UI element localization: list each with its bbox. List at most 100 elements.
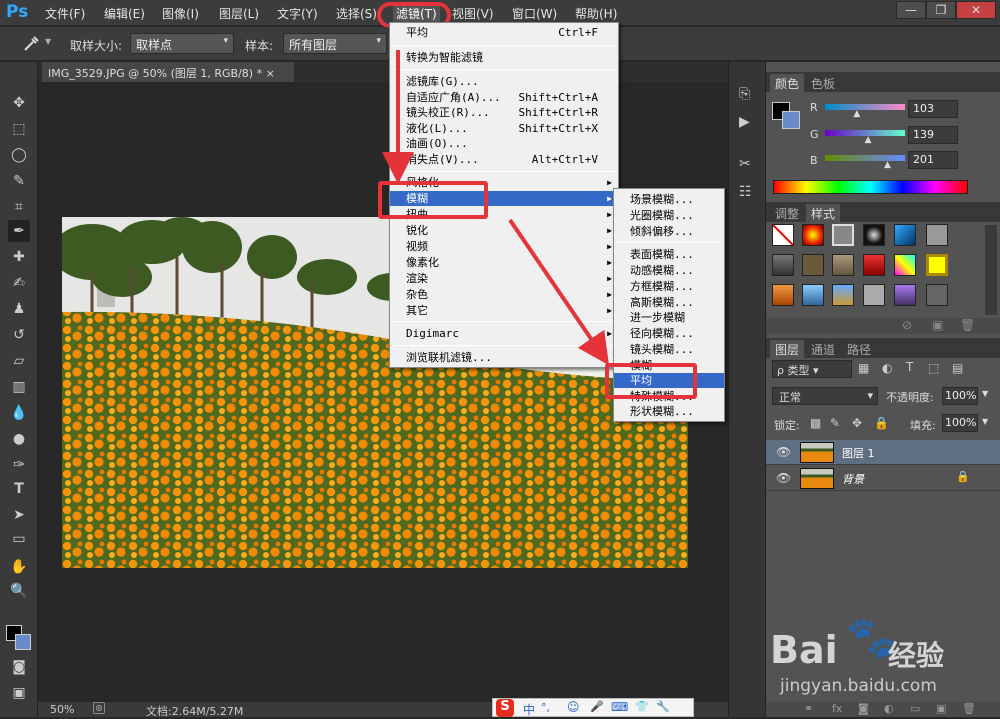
style-swatch[interactable] [832, 224, 854, 246]
menu-layer[interactable]: 图层(L) [219, 5, 259, 22]
tab-styles[interactable]: 样式 [806, 204, 841, 223]
blend-mode-select[interactable]: 正常 ▾ [772, 387, 878, 405]
blue-slider-knob[interactable]: ▲ [884, 160, 891, 170]
path-select-tool-icon[interactable]: ➤ [8, 504, 30, 526]
menu-item-browse-online[interactable]: 浏览联机滤镜... [390, 350, 618, 365]
layer-row[interactable]: 👁 图层 1 [766, 440, 1000, 465]
style-none-icon[interactable] [772, 224, 794, 246]
menu-item-iris-blur[interactable]: 光圈模糊... [614, 208, 724, 223]
lasso-tool-icon[interactable]: ◯ [8, 144, 30, 166]
menu-item-last-filter[interactable]: 平均 Ctrl+F [390, 25, 618, 40]
document-tab[interactable]: IMG_3529.JPG @ 50% (图层 1, RGB/8) * × [42, 62, 294, 82]
delete-layer-icon[interactable]: 🗑 [962, 702, 976, 715]
sogou-logo-icon[interactable]: S [496, 699, 514, 717]
delete-style-icon[interactable]: 🗑 [960, 318, 975, 332]
tab-adjustments[interactable]: 调整 [770, 204, 804, 223]
brush-panel-icon[interactable]: ✂ [739, 156, 751, 172]
style-swatch[interactable] [802, 254, 824, 276]
lock-pixels-icon[interactable]: ✎ [830, 416, 840, 430]
style-swatch[interactable] [772, 284, 794, 306]
layer-name[interactable]: 背景 [842, 471, 864, 487]
visibility-eye-icon[interactable]: 👁 [776, 471, 791, 485]
menu-item-motion-blur[interactable]: 动感模糊... [614, 263, 724, 278]
ime-voice-icon[interactable]: 🎤 [590, 700, 604, 713]
eyedropper-icon[interactable] [22, 35, 40, 53]
visibility-eye-icon[interactable]: 👁 [776, 445, 791, 459]
quick-select-tool-icon[interactable]: ✎ [8, 170, 30, 192]
layer-mask-icon[interactable]: ◙ [858, 702, 869, 715]
chevron-down-icon[interactable]: ▼ [45, 37, 51, 46]
eyedropper-tool-icon[interactable]: ✒ [8, 220, 30, 242]
menu-item-vanishing-point[interactable]: 消失点(V)... Alt+Ctrl+V [390, 152, 618, 167]
close-button[interactable]: ✕ [956, 1, 996, 19]
brush-presets-icon[interactable]: ☷ [739, 184, 752, 200]
menu-item-convert-smart[interactable]: 转换为智能滤镜 [390, 50, 618, 65]
style-swatch[interactable] [832, 254, 854, 276]
healing-tool-icon[interactable]: ✚ [8, 246, 30, 268]
history-panel-icon[interactable]: ⎘ [739, 86, 750, 102]
ime-keyboard-icon[interactable]: ⌨ [611, 700, 628, 714]
tab-swatches[interactable]: 色板 [806, 74, 840, 93]
style-swatch[interactable] [863, 224, 885, 246]
red-slider-knob[interactable]: ▲ [853, 109, 860, 119]
eraser-tool-icon[interactable]: ▱ [8, 350, 30, 372]
filter-type-icon[interactable]: T [906, 360, 913, 374]
menu-view[interactable]: 视图(V) [452, 5, 494, 22]
lock-position-icon[interactable]: ✥ [852, 416, 862, 430]
lock-all-icon[interactable]: 🔒 [874, 416, 889, 430]
layer-row[interactable]: 👁 背景 🔒 [766, 466, 1000, 491]
menu-item-noise[interactable]: 杂色 ▶ [390, 287, 618, 302]
zoom-tool-icon[interactable]: 🔍 [8, 580, 30, 602]
sample-select[interactable]: 所有图层 ▾ [283, 33, 387, 54]
type-tool-icon[interactable]: T [8, 478, 30, 500]
layer-name[interactable]: 图层 1 [842, 445, 875, 461]
ime-skin-icon[interactable]: 👕 [635, 700, 649, 713]
styles-scrollbar[interactable] [985, 225, 997, 315]
style-swatch[interactable] [926, 284, 948, 306]
lock-transparent-icon[interactable]: ▩ [810, 416, 821, 430]
menu-item-surface-blur[interactable]: 表面模糊... [614, 247, 724, 262]
style-swatch[interactable] [863, 254, 885, 276]
menu-item-adaptive-wide[interactable]: 自适应广角(A)... Shift+Ctrl+A [390, 90, 618, 105]
opacity-input[interactable]: 100% [942, 387, 978, 405]
style-swatch[interactable] [926, 224, 948, 246]
filter-pixel-icon[interactable]: ▦ [858, 361, 869, 375]
menu-item-tilt-shift[interactable]: 倾斜偏移... [614, 224, 724, 239]
stamp-tool-icon[interactable]: ♟ [8, 298, 30, 320]
menu-item-radial-blur[interactable]: 径向模糊... [614, 326, 724, 341]
group-icon[interactable]: ▭ [910, 702, 920, 715]
menu-item-other[interactable]: 其它 ▶ [390, 303, 618, 318]
style-swatch[interactable] [926, 254, 948, 276]
close-tab-icon[interactable]: × [266, 67, 275, 80]
menu-item-box-blur[interactable]: 方框模糊... [614, 279, 724, 294]
menu-item-lens-correction[interactable]: 镜头校正(R)... Shift+Ctrl+R [390, 105, 618, 120]
style-swatch[interactable] [772, 254, 794, 276]
move-tool-icon[interactable]: ✥ [8, 92, 30, 114]
background-color[interactable] [15, 634, 31, 650]
menu-help[interactable]: 帮助(H) [575, 5, 617, 22]
opacity-dropdown-icon[interactable]: ▼ [982, 389, 988, 398]
style-swatch[interactable] [802, 224, 824, 246]
sample-size-select[interactable]: 取样点 ▾ [130, 33, 234, 54]
menu-item-filter-gallery[interactable]: 滤镜库(G)... [390, 74, 618, 89]
style-swatch[interactable] [894, 284, 916, 306]
minimize-button[interactable]: — [896, 1, 926, 19]
style-swatch[interactable] [863, 284, 885, 306]
crop-tool-icon[interactable]: ⌗ [8, 196, 30, 218]
shape-tool-icon[interactable]: ▭ [8, 528, 30, 550]
layer-style-icon[interactable]: fx [832, 702, 842, 715]
color-background-swatch[interactable] [782, 111, 800, 129]
menu-item-liquify[interactable]: 液化(L)... Shift+Ctrl+X [390, 121, 618, 136]
menu-item-video[interactable]: 视频 ▶ [390, 239, 618, 254]
menu-item-gaussian-blur[interactable]: 高斯模糊... [614, 295, 724, 310]
no-style-icon[interactable]: ⊘ [902, 318, 912, 332]
link-layers-icon[interactable]: ⚭ [804, 702, 813, 715]
gradient-tool-icon[interactable]: ▥ [8, 376, 30, 398]
adjustment-layer-icon[interactable]: ◐ [884, 702, 894, 715]
menu-image[interactable]: 图像(I) [162, 5, 199, 22]
screen-mode-icon[interactable]: ▣ [8, 682, 30, 704]
fill-input[interactable]: 100% [942, 414, 978, 432]
layer-filter-select[interactable]: ρ 类型 ▾ [772, 360, 852, 378]
zoom-level[interactable]: 50% [50, 703, 74, 716]
style-swatch[interactable] [832, 284, 854, 306]
